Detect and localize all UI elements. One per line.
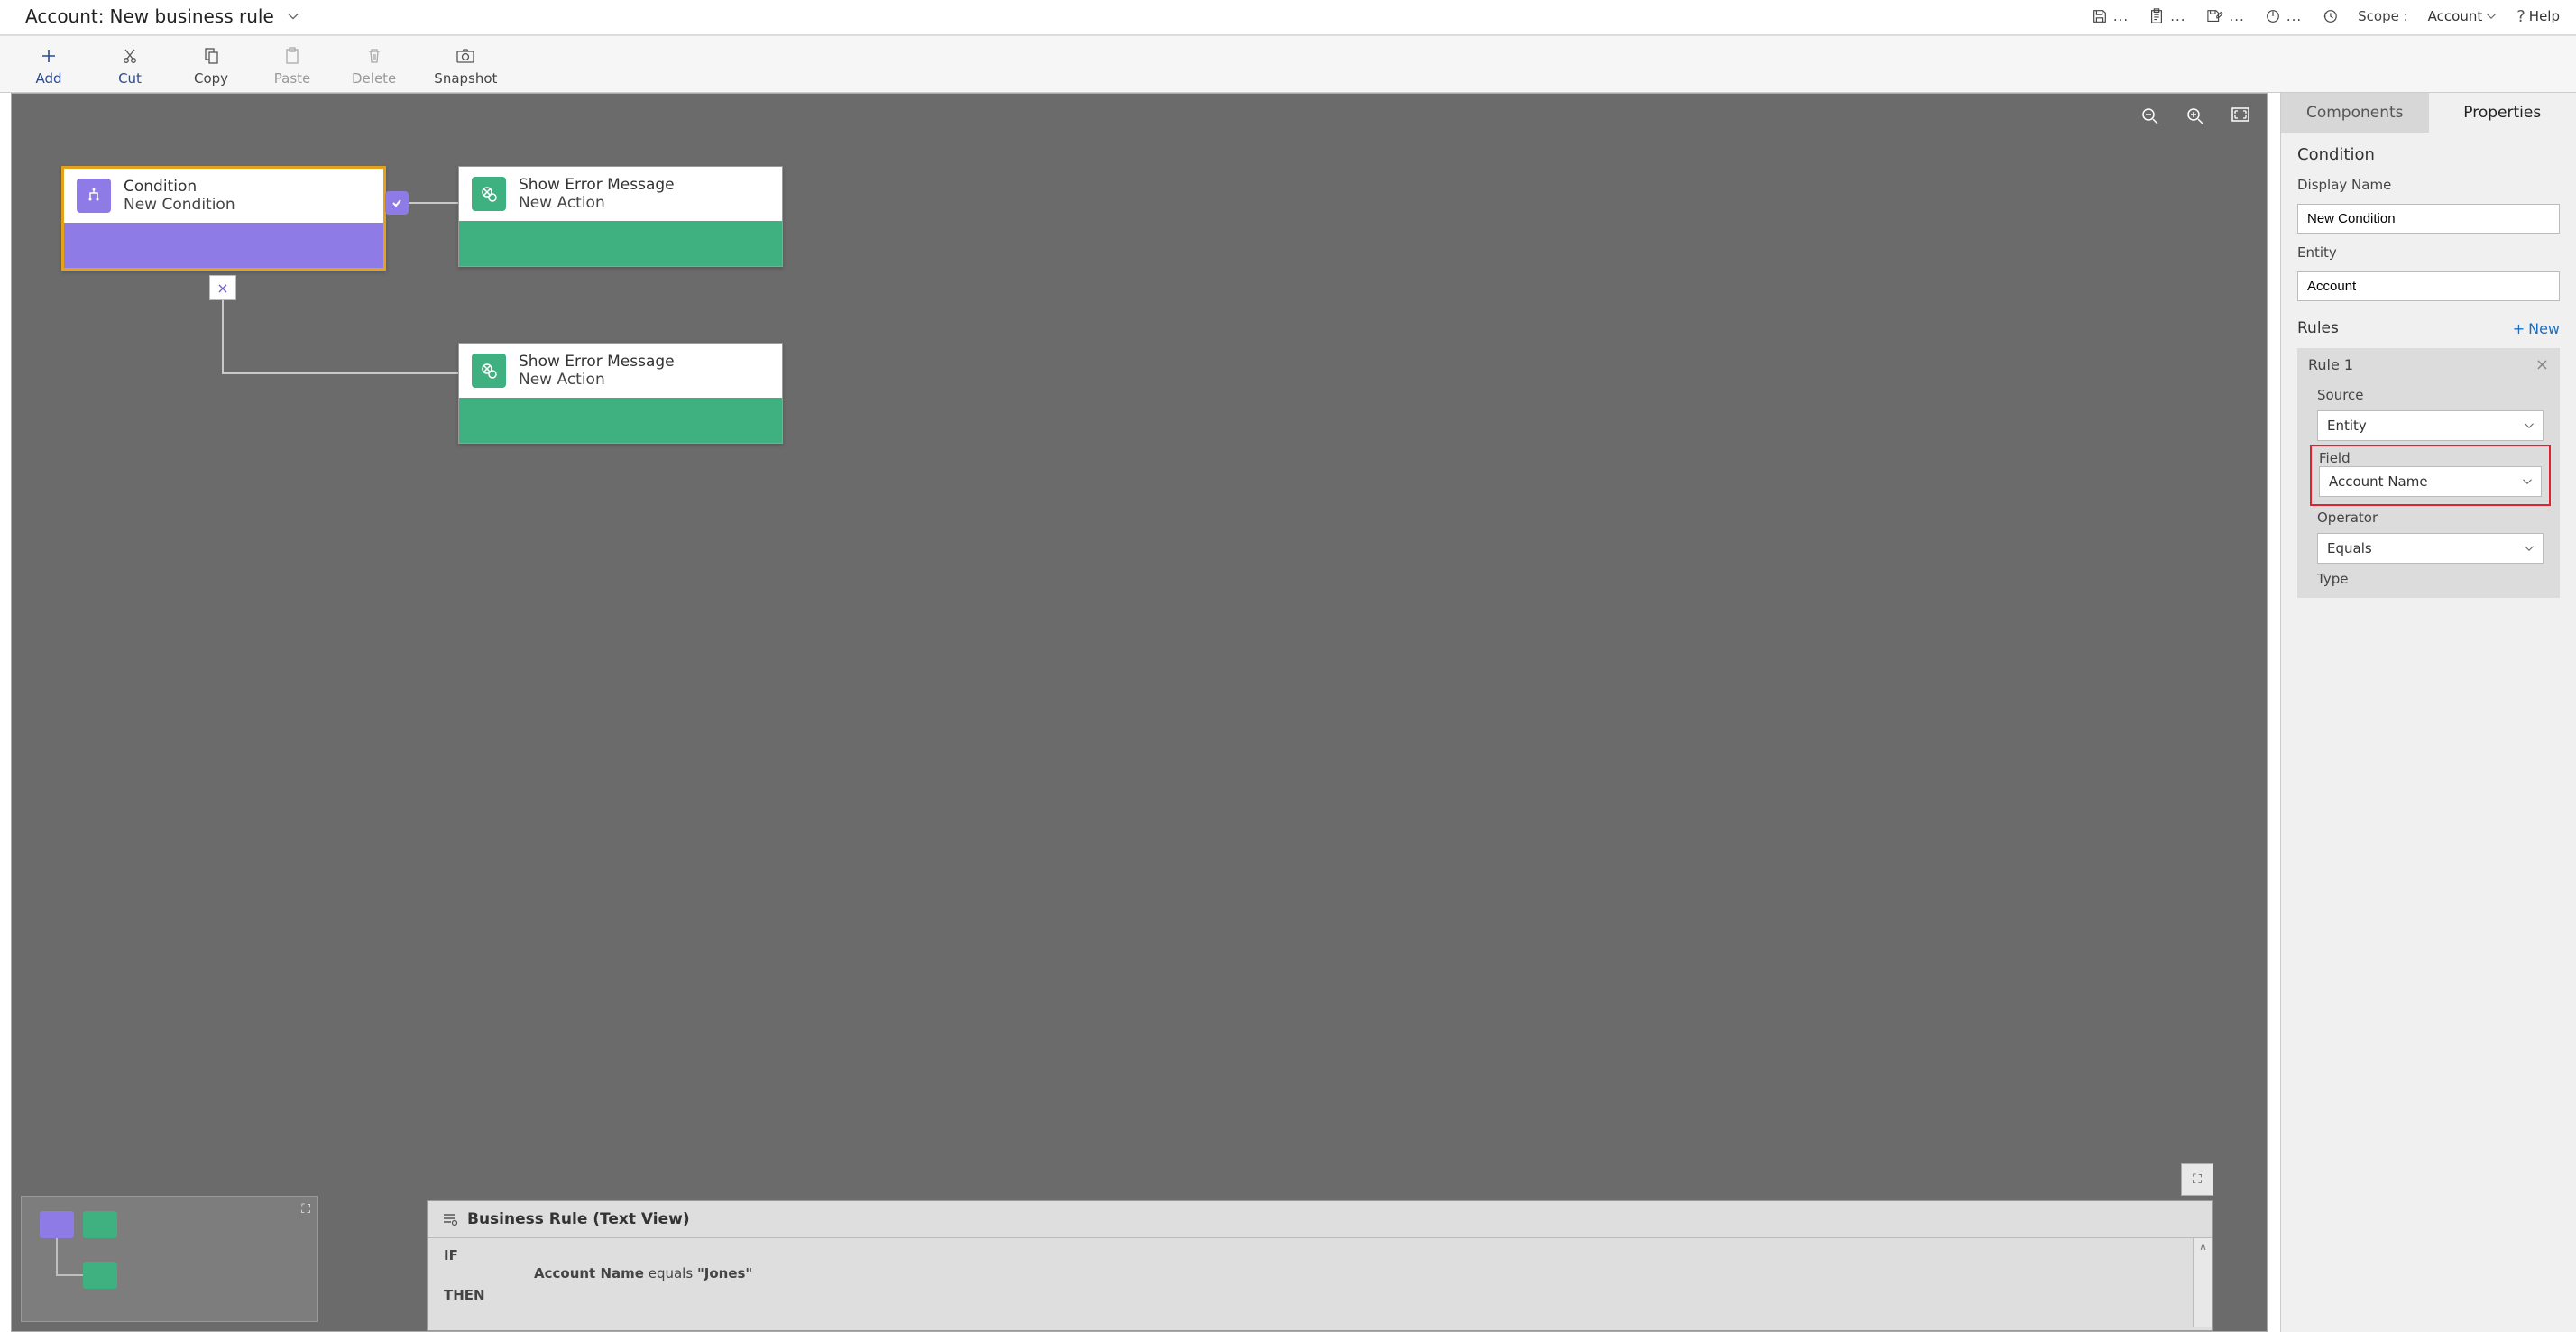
camera-icon bbox=[455, 45, 475, 67]
text-view-scrollbar[interactable]: ∧ bbox=[2193, 1238, 2212, 1327]
snapshot-button[interactable]: Snapshot bbox=[434, 45, 497, 87]
header-bar: Account: New business rule ... ... ... .… bbox=[0, 0, 2576, 36]
operator-label: Operator bbox=[2317, 510, 2544, 526]
action-node-2[interactable]: Show Error Message New Action bbox=[458, 343, 783, 444]
text-view-popout-button[interactable]: ⛶ bbox=[2181, 1163, 2213, 1196]
error-action-icon bbox=[472, 354, 506, 388]
paste-icon bbox=[283, 45, 301, 67]
plus-icon: + bbox=[2513, 320, 2525, 337]
section-title: Condition bbox=[2297, 145, 2560, 164]
clock-icon bbox=[2322, 8, 2338, 24]
delete-button[interactable]: Delete bbox=[352, 45, 396, 87]
properties-panel: Components Properties Condition Display … bbox=[2280, 93, 2576, 1332]
scroll-up-icon[interactable]: ∧ bbox=[2197, 1238, 2209, 1254]
action1-title: Show Error Message bbox=[519, 176, 675, 194]
copy-icon bbox=[202, 45, 220, 67]
text-view-title: Business Rule (Text View) bbox=[467, 1210, 690, 1228]
if-keyword: IF bbox=[444, 1247, 498, 1263]
display-name-input[interactable] bbox=[2297, 204, 2560, 234]
scope-dropdown[interactable]: Account bbox=[2428, 8, 2498, 24]
then-keyword: THEN bbox=[444, 1287, 498, 1303]
paste-button[interactable]: Paste bbox=[271, 45, 314, 87]
rule-block: Rule 1 × Source Entity Field Account Nam bbox=[2297, 348, 2560, 598]
text-view-panel: ⛶ Business Rule (Text View) IF Account N… bbox=[427, 1200, 2213, 1331]
operator-dropdown[interactable]: Equals bbox=[2317, 533, 2544, 564]
saveas-button[interactable]: ... bbox=[2206, 8, 2245, 24]
add-rule-button[interactable]: + New bbox=[2513, 320, 2560, 337]
entity-label: Entity bbox=[2297, 244, 2560, 261]
validate-button[interactable]: ... bbox=[2148, 8, 2185, 24]
history-button[interactable] bbox=[2322, 8, 2338, 24]
fit-screen-button[interactable] bbox=[2231, 106, 2250, 126]
delete-label: Delete bbox=[352, 70, 396, 87]
title-text: New business rule bbox=[110, 5, 274, 27]
copy-label: Copy bbox=[194, 70, 228, 87]
help-label: Help bbox=[2529, 8, 2560, 24]
chevron-down-icon bbox=[287, 10, 299, 23]
condition-text: Account Name equals "Jones" bbox=[534, 1265, 752, 1281]
tab-properties[interactable]: Properties bbox=[2429, 93, 2576, 133]
list-settings-icon bbox=[442, 1212, 458, 1226]
action2-title: Show Error Message bbox=[519, 353, 675, 371]
display-name-label: Display Name bbox=[2297, 177, 2560, 193]
type-label: Type bbox=[2317, 571, 2544, 587]
title-dropdown[interactable]: Account: New business rule bbox=[25, 5, 299, 27]
rule-close-button[interactable]: × bbox=[2535, 355, 2549, 374]
source-label: Source bbox=[2317, 387, 2544, 403]
check-connector bbox=[385, 191, 409, 215]
title-prefix: Account: bbox=[25, 5, 105, 27]
save-as-icon bbox=[2206, 8, 2224, 24]
source-dropdown[interactable]: Entity bbox=[2317, 410, 2544, 441]
action2-subtitle: New Action bbox=[519, 371, 675, 389]
condition-node[interactable]: Condition New Condition bbox=[61, 166, 386, 271]
design-canvas[interactable]: Condition New Condition Show Err bbox=[11, 93, 2268, 1332]
question-icon: ? bbox=[2516, 7, 2525, 26]
plus-icon bbox=[40, 45, 58, 67]
zoom-in-button[interactable] bbox=[2185, 106, 2205, 126]
power-icon bbox=[2265, 8, 2281, 24]
help-button[interactable]: ? Help bbox=[2516, 7, 2560, 26]
add-button[interactable]: Add bbox=[27, 45, 70, 87]
add-label: Add bbox=[35, 70, 61, 87]
activate-button[interactable]: ... bbox=[2265, 8, 2302, 24]
field-highlight-box: Field Account Name bbox=[2310, 445, 2551, 506]
zoom-out-button[interactable] bbox=[2140, 106, 2160, 126]
condition-title: Condition bbox=[124, 178, 235, 196]
action1-subtitle: New Action bbox=[519, 194, 675, 212]
chevron-down-icon bbox=[2486, 11, 2497, 22]
rule-title: Rule 1 bbox=[2308, 356, 2353, 373]
field-dropdown[interactable]: Account Name bbox=[2319, 466, 2542, 497]
scope-value: Account bbox=[2428, 8, 2483, 24]
paste-label: Paste bbox=[274, 70, 311, 87]
cut-button[interactable]: Cut bbox=[108, 45, 152, 87]
else-connector: × bbox=[209, 275, 236, 300]
minimap[interactable]: ⛶ bbox=[21, 1196, 318, 1322]
trash-icon bbox=[365, 45, 383, 67]
cut-label: Cut bbox=[118, 70, 142, 87]
scissors-icon bbox=[121, 45, 139, 67]
field-label: Field bbox=[2319, 450, 2542, 466]
clipboard-icon bbox=[2148, 8, 2165, 24]
rules-label: Rules bbox=[2297, 319, 2339, 337]
snapshot-label: Snapshot bbox=[434, 70, 497, 87]
condition-subtitle: New Condition bbox=[124, 196, 235, 214]
copy-button[interactable]: Copy bbox=[189, 45, 233, 87]
error-action-icon bbox=[472, 177, 506, 211]
condition-icon bbox=[77, 179, 111, 213]
scope-label: Scope : bbox=[2358, 8, 2408, 24]
new-rule-label: New bbox=[2528, 320, 2560, 337]
save-button[interactable]: ... bbox=[2092, 8, 2129, 24]
save-icon bbox=[2092, 8, 2108, 24]
entity-input[interactable] bbox=[2297, 271, 2560, 301]
tab-components[interactable]: Components bbox=[2281, 93, 2429, 133]
action-node-1[interactable]: Show Error Message New Action bbox=[458, 166, 783, 267]
toolbar: Add Cut Copy Paste Delete Snapshot bbox=[0, 36, 2576, 93]
